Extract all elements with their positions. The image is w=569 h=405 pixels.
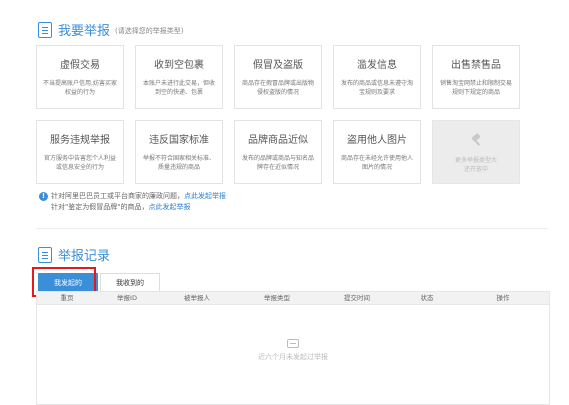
report-notice: ! 针对阿里巴巴员工或平台商家的廉政问题，点此发起举报 针对"鉴定为假冒品牌"的… [39, 191, 226, 213]
report-type-national-standard[interactable]: 违反国家标准 举报不符合国家相关标准、质量违规的商品 [135, 120, 223, 184]
report-type-fake-transaction[interactable]: 虚假交易 不当提高账户信用,妨害买家权益的行为 [36, 45, 124, 109]
report-section-hint: (请选择您的举报类型) [115, 26, 184, 35]
column-header: 状态 [420, 294, 434, 302]
column-header: 被举报人 [184, 294, 210, 302]
column-header: 重页 [60, 294, 74, 302]
report-type-desc: 官方服务中告害您个人利益或信息安全的行为 [43, 155, 116, 171]
report-type-title: 收到空包裹 [154, 60, 204, 71]
report-type-prohibited-goods[interactable]: 出售禁售品 销售淘宝网禁止和限制交易规则下规定的商品 [432, 45, 520, 109]
report-type-row: 服务违规举报 官方服务中告害您个人利益或信息安全的行为 违反国家标准 举报不符合… [36, 120, 520, 184]
column-header: 操作 [496, 294, 510, 302]
report-type-desc: 发布的商品或信息未遵守淘宝规则及要求 [340, 80, 413, 96]
records-list-icon [38, 246, 52, 263]
report-type-desc: 举报不符合国家相关标准、质量违规的商品 [142, 155, 215, 171]
empty-text: 近六个月未发起过举报 [258, 353, 328, 361]
report-type-brand-similarity[interactable]: 品牌商品近似 发布的品牌或商品与知名品牌存在近似情况 [234, 120, 322, 184]
report-section-title: 我要举报 [58, 24, 111, 39]
integrity-report-link[interactable]: 点此发起举报 [184, 192, 226, 200]
report-type-desc: 发布的品牌或商品与知名品牌存在近似情况 [241, 155, 314, 171]
info-icon: ! [39, 192, 48, 201]
report-type-title: 出售禁售品 [451, 60, 501, 71]
column-header: 举报类型 [264, 294, 290, 302]
notice-line-counterfeit: 针对"鉴定为假冒品牌"的商品，点此发起举报 [39, 202, 226, 213]
report-type-more-coming: 更多举报类型大 还开放中 [432, 120, 520, 184]
report-type-desc: 本账户未进行此交易，但收到空的快递、包裹 [142, 80, 215, 96]
report-section-header: 我要举报 (请选择您的举报类型) [38, 20, 183, 39]
report-type-desc: 商品存在假冒品牌或出版物侵权盗版的情况 [241, 80, 314, 96]
gavel-icon [433, 131, 519, 150]
report-type-title: 品牌商品近似 [248, 135, 308, 146]
report-type-image-theft[interactable]: 盗用他人图片 商品存在未经允许使用他人图片的情况 [333, 120, 421, 184]
notice-line-integrity: 针对阿里巴巴员工或平台商家的廉政问题，点此发起举报 [39, 191, 226, 202]
report-type-title: 滥发信息 [357, 60, 397, 71]
table-header: 重页 举报ID 被举报人 举报类型 提交时间 状态 操作 [37, 292, 549, 305]
section-divider [36, 228, 548, 229]
counterfeit-report-link[interactable]: 点此发起举报 [148, 203, 190, 211]
more-types-desc: 更多举报类型大 还开放中 [454, 157, 497, 173]
report-type-desc: 不当提高账户信用,妨害买家权益的行为 [43, 80, 117, 96]
table-empty-state: 近六个月未发起过举报 [37, 339, 549, 362]
tab-received[interactable]: 我收到的 [100, 273, 160, 291]
report-type-empty-package[interactable]: 收到空包裹 本账户未进行此交易，但收到空的快递、包裹 [135, 45, 223, 109]
report-type-title: 虚假交易 [60, 60, 100, 71]
column-header: 提交时间 [344, 294, 370, 302]
notice-text: 针对"鉴定为假冒品牌"的商品， [51, 203, 149, 211]
report-type-counterfeit[interactable]: 假冒及盗版 商品存在假冒品牌或出版物侵权盗版的情况 [234, 45, 322, 109]
report-type-row: 虚假交易 不当提高账户信用,妨害买家权益的行为 收到空包裹 本账户未进行此交易，… [36, 45, 520, 109]
records-section-header: 举报记录 [38, 245, 110, 264]
empty-box-icon [287, 339, 299, 348]
report-type-title: 盗用他人图片 [347, 135, 407, 146]
notice-text: 针对阿里巴巴员工或平台商家的廉政问题， [51, 192, 184, 200]
report-type-desc: 商品存在未经允许使用他人图片的情况 [340, 155, 413, 171]
records-table: 重页 举报ID 被举报人 举报类型 提交时间 状态 操作 近六个月未发起过举报 [36, 291, 550, 405]
report-type-grid: 虚假交易 不当提高账户信用,妨害买家权益的行为 收到空包裹 本账户未进行此交易，… [36, 45, 520, 195]
report-type-service-violation[interactable]: 服务违规举报 官方服务中告害您个人利益或信息安全的行为 [36, 120, 124, 184]
column-header: 举报ID [117, 294, 137, 302]
report-document-icon [38, 21, 52, 38]
report-type-title: 违反国家标准 [149, 135, 209, 146]
report-type-title: 假冒及盗版 [253, 60, 303, 71]
records-section-title: 举报记录 [58, 249, 111, 264]
report-type-spam-info[interactable]: 滥发信息 发布的商品或信息未遵守淘宝规则及要求 [333, 45, 421, 109]
report-type-title: 服务违规举报 [50, 135, 110, 146]
report-type-desc: 销售淘宝网禁止和限制交易规则下规定的商品 [439, 80, 512, 96]
